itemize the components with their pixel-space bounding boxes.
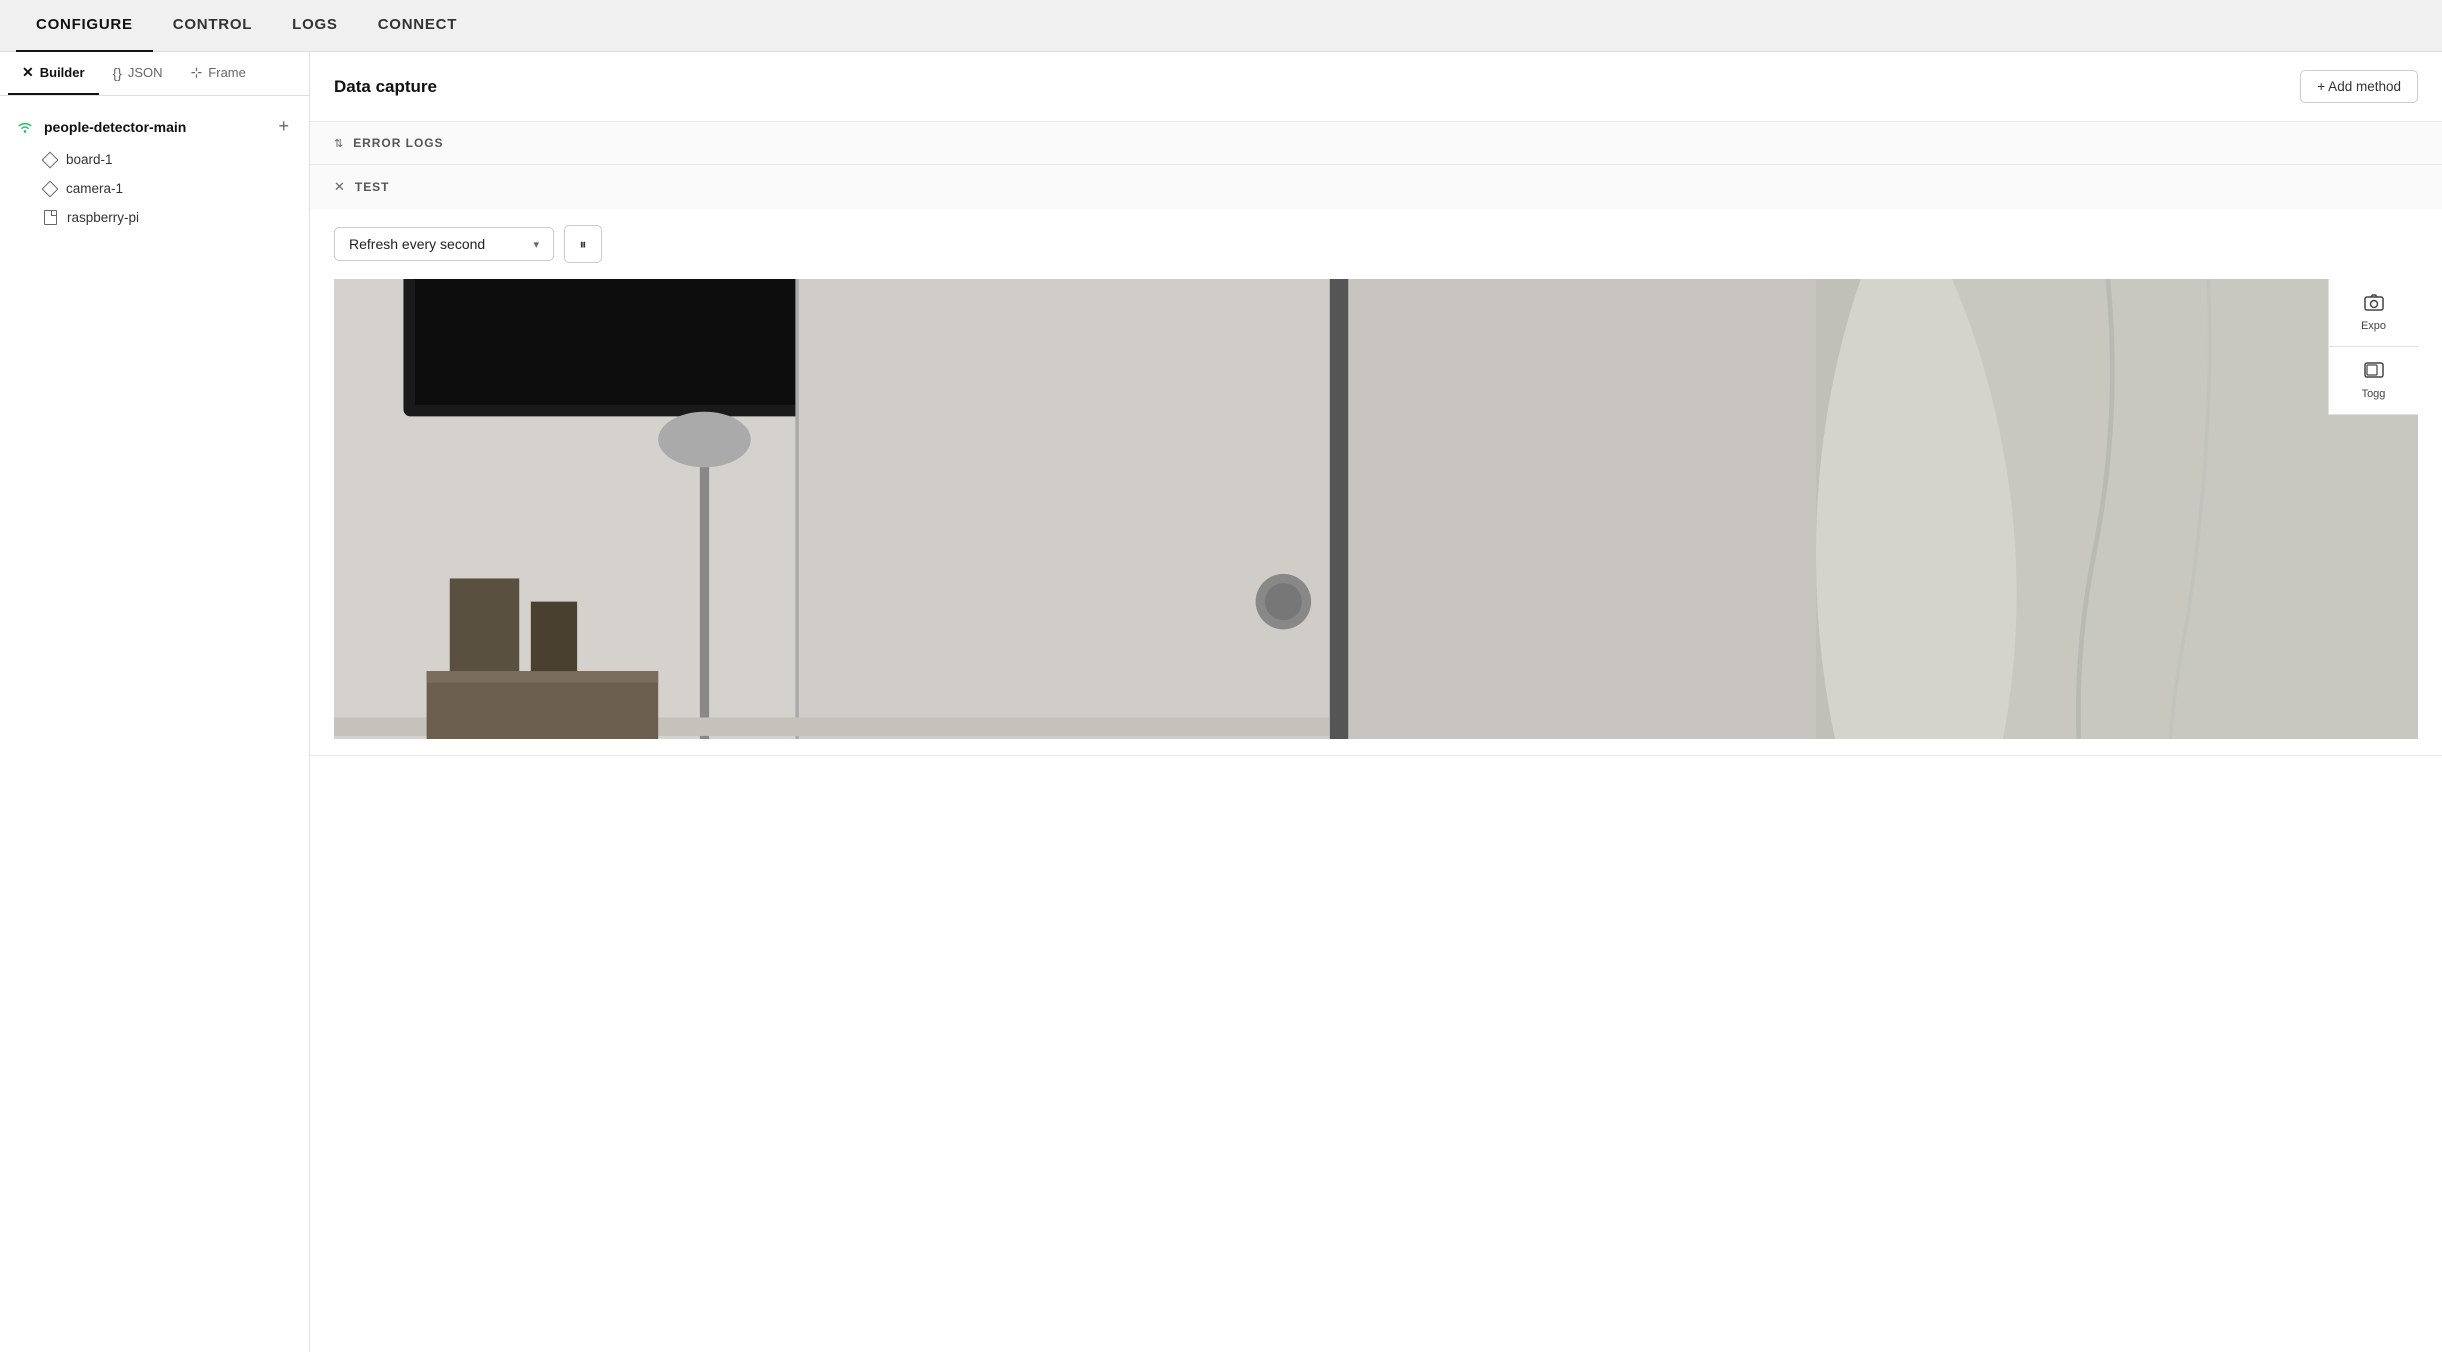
error-logs-section: ⇅ ERROR LOGS — [310, 122, 2442, 165]
nav-logs[interactable]: LOGS — [272, 0, 358, 52]
refresh-select-value: Refresh every second — [349, 236, 523, 252]
sub-nav: ✕ Builder {} JSON ⊹ Frame — [0, 52, 309, 96]
refresh-select[interactable]: Refresh every second ▾ — [334, 227, 554, 261]
diamond-icon — [42, 151, 59, 168]
side-actions: Expo Togg — [2328, 279, 2418, 415]
camera-icon — [2364, 293, 2384, 316]
main-layout: ✕ Builder {} JSON ⊹ Frame people-det — [0, 52, 2442, 1352]
nav-connect[interactable]: CONNECT — [358, 0, 477, 52]
tree-item-camera-1[interactable]: camera-1 — [0, 174, 309, 203]
tab-frame[interactable]: ⊹ Frame — [177, 52, 260, 95]
x-icon: ✕ — [334, 179, 345, 195]
json-icon: {} — [113, 65, 122, 81]
export-button[interactable]: Expo — [2329, 279, 2418, 347]
pause-button[interactable]: ⏸ — [564, 225, 602, 263]
tree-item-raspberry-pi[interactable]: raspberry-pi — [0, 203, 309, 232]
error-logs-label: ERROR LOGS — [353, 136, 443, 150]
toggle-label: Togg — [2362, 388, 2386, 400]
diamond-icon — [42, 180, 59, 197]
nav-configure[interactable]: CONFIGURE — [16, 0, 153, 52]
frame-icon: ⊹ — [191, 64, 203, 81]
chevron-icon: ⇅ — [334, 137, 343, 150]
builder-icon: ✕ — [22, 64, 34, 81]
tab-builder[interactable]: ✕ Builder — [8, 52, 99, 95]
sidebar: ✕ Builder {} JSON ⊹ Frame people-det — [0, 52, 310, 1352]
tree-root-robot[interactable]: people-detector-main + — [0, 108, 309, 145]
error-logs-accordion-header[interactable]: ⇅ ERROR LOGS — [310, 122, 2442, 164]
component-label: raspberry-pi — [67, 210, 139, 225]
refresh-row: Refresh every second ▾ ⏸ — [334, 225, 2418, 263]
document-icon — [44, 210, 57, 225]
tree-item-board-1[interactable]: board-1 — [0, 145, 309, 174]
camera-view: Expo Togg — [334, 279, 2418, 739]
room-scene — [334, 279, 2418, 739]
test-accordion-header[interactable]: ✕ TEST — [310, 165, 2442, 209]
robot-name: people-detector-main — [44, 119, 264, 135]
content-area: Data capture + Add method ⇅ ERROR LOGS ✕… — [310, 52, 2442, 1352]
test-section: ✕ TEST Refresh every second ▾ ⏸ — [310, 165, 2442, 756]
test-label: TEST — [355, 180, 390, 194]
data-capture-title: Data capture — [334, 77, 2300, 97]
top-nav: CONFIGURE CONTROL LOGS CONNECT — [0, 0, 2442, 52]
tab-json[interactable]: {} JSON — [99, 52, 177, 95]
toggle-button[interactable]: Togg — [2329, 347, 2418, 415]
add-method-button[interactable]: + Add method — [2300, 70, 2418, 103]
chevron-down-icon: ▾ — [533, 238, 539, 251]
component-label: board-1 — [66, 152, 113, 167]
add-component-button[interactable]: + — [274, 116, 293, 137]
toggle-icon — [2364, 361, 2384, 384]
wifi-icon — [16, 118, 34, 136]
data-capture-header: Data capture + Add method — [310, 52, 2442, 122]
test-content: Refresh every second ▾ ⏸ — [310, 209, 2442, 755]
sidebar-tree: people-detector-main + board-1 camera-1 … — [0, 96, 309, 1352]
nav-control[interactable]: CONTROL — [153, 0, 272, 52]
export-label: Expo — [2361, 320, 2386, 332]
pause-icon: ⏸ — [580, 236, 587, 253]
component-label: camera-1 — [66, 181, 123, 196]
